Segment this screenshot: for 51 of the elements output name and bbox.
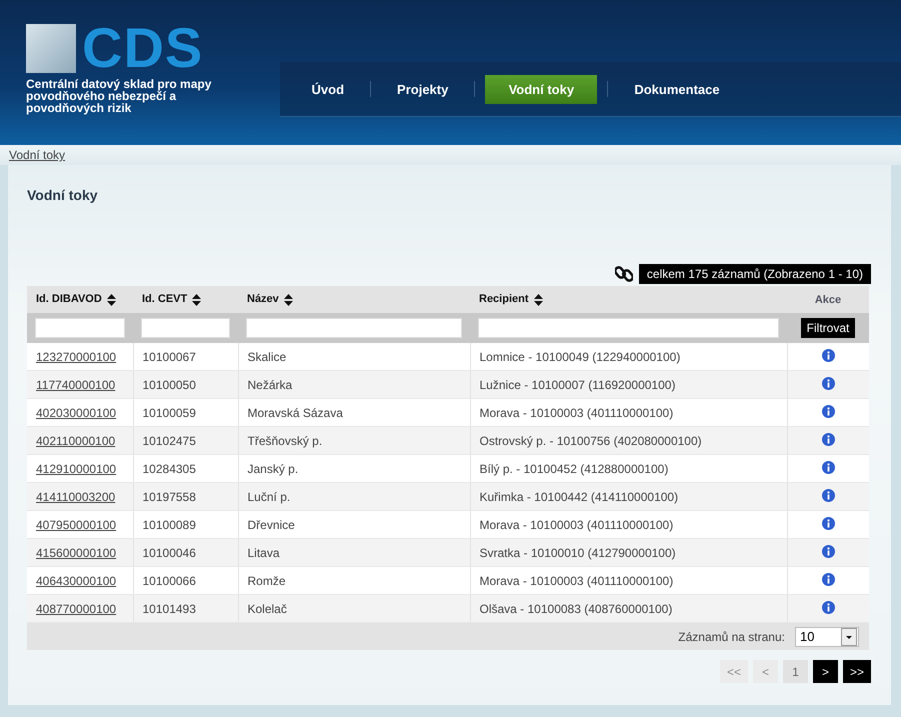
sort-arrows-icon[interactable] — [192, 294, 202, 306]
per-page-select[interactable]: 10 — [795, 626, 859, 646]
breadcrumb-link[interactable]: Vodní toky — [9, 148, 66, 162]
filter-input[interactable] — [141, 318, 230, 338]
logo-text: CDS — [82, 22, 204, 74]
id-link[interactable]: 408770000100 — [36, 602, 116, 616]
filter-input[interactable] — [478, 318, 779, 338]
info-icon[interactable] — [822, 572, 835, 586]
info-icon[interactable] — [822, 516, 835, 530]
id-link[interactable]: 402110000100 — [36, 434, 116, 448]
info-icon[interactable] — [822, 348, 835, 362]
nav-tab[interactable]: Projekty — [381, 74, 464, 104]
info-icon[interactable] — [822, 432, 835, 446]
id-link[interactable]: 415600000100 — [36, 546, 116, 560]
sort-arrows-icon[interactable] — [106, 294, 116, 306]
id-link[interactable]: 407950000100 — [36, 518, 116, 532]
photo-placeholder — [26, 24, 76, 72]
column-header: Akce — [787, 286, 869, 313]
record-count: celkem 175 záznamů (Zobrazeno 1 - 10) — [638, 264, 871, 284]
info-icon[interactable] — [822, 544, 835, 558]
info-icon[interactable] — [822, 488, 835, 502]
sort-arrows-icon[interactable] — [534, 294, 543, 306]
id-link[interactable]: 402030000100 — [36, 406, 116, 420]
nav-tab[interactable]: Vodní toky — [485, 74, 598, 104]
nav-tab[interactable]: Dokumentace — [618, 74, 736, 104]
column-header[interactable]: Název — [238, 286, 470, 313]
pager-button[interactable]: >> — [842, 660, 871, 683]
info-icon[interactable] — [822, 404, 835, 418]
id-link[interactable]: 406430000100 — [36, 574, 116, 588]
filter-input[interactable] — [35, 318, 125, 338]
id-link[interactable]: 123270000100 — [36, 350, 116, 364]
id-link[interactable]: 412910000100 — [36, 462, 116, 476]
caret-icon — [841, 628, 857, 646]
page-title: Vodní toky — [27, 187, 99, 203]
pager-button[interactable]: > — [812, 660, 838, 683]
per-page-label: Záznamů na stranu: — [678, 630, 785, 644]
sort-arrows-icon[interactable] — [284, 294, 293, 306]
filter-input[interactable] — [246, 318, 462, 338]
info-icon[interactable] — [822, 376, 835, 390]
id-link[interactable]: 414110003200 — [36, 490, 116, 504]
column-header[interactable]: Recipient — [470, 286, 787, 313]
id-link[interactable]: 117740000100 — [36, 378, 116, 392]
column-header[interactable]: Id. CEVT — [133, 286, 238, 313]
column-header[interactable]: Id. DIBAVOD — [27, 286, 133, 313]
pager-button[interactable]: 1 — [782, 660, 808, 683]
chain-link-icon[interactable] — [614, 265, 633, 283]
info-icon[interactable] — [822, 460, 835, 474]
filter-button[interactable]: Filtrovat — [800, 318, 856, 338]
nav-tab[interactable]: Úvod — [296, 74, 360, 104]
info-icon[interactable] — [822, 600, 835, 614]
site-subtitle: Centrální datový sklad pro mapy povodňového nebezpečí a povodňových rizik — [26, 78, 212, 114]
